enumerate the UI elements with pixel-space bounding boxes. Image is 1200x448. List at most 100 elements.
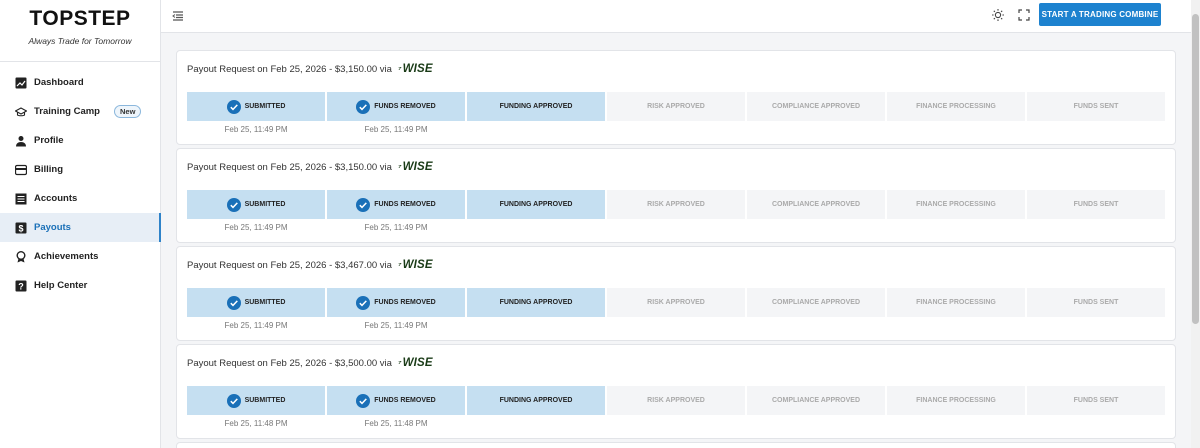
sidebar-item-label: Achievements xyxy=(34,251,99,262)
brand: TOPSTEP Always Trade for Tomorrow xyxy=(0,0,160,62)
payout-step-finance-processing: FINANCE PROCESSING xyxy=(887,190,1025,219)
sidebar-item-label: Training Camp xyxy=(34,106,100,117)
payout-progress-steps: SUBMITTED FUNDS REMOVED FUNDING APPROVED RI… xyxy=(187,288,1165,317)
start-trading-combine-button[interactable]: START A TRADING COMBINE xyxy=(1039,3,1161,26)
step-date xyxy=(607,321,745,330)
payout-title: Payout Request on Feb 25, 2026 - $3,150.… xyxy=(187,63,433,75)
step-label: FUNDS REMOVED xyxy=(374,299,436,306)
svg-text:$: $ xyxy=(18,223,23,233)
sidebar-item-dashboard[interactable]: Dashboard xyxy=(0,68,160,97)
svg-text:?: ? xyxy=(18,281,24,291)
payout-step-submitted: SUBMITTED xyxy=(187,92,325,121)
wise-name: WISE xyxy=(402,357,433,369)
payout-card: Payout Request on Feb 25, 2026 - $3,500.… xyxy=(176,344,1176,439)
payout-step-funding-approved: FUNDING APPROVED xyxy=(467,386,605,415)
payout-title: Payout Request on Feb 25, 2026 - $3,500.… xyxy=(187,357,433,369)
step-label: FINANCE PROCESSING xyxy=(916,299,996,306)
step-date xyxy=(887,419,1025,428)
sidebar-nav: Dashboard Training Camp New Profile Billing A… xyxy=(0,62,161,300)
payout-card: Payout Request on Feb 25, 2026 - $3,150.… xyxy=(176,148,1176,243)
check-circle-icon xyxy=(226,393,241,408)
wise-name: WISE xyxy=(402,63,433,75)
payout-step-funds-removed: FUNDS REMOVED xyxy=(327,190,465,219)
scrollbar[interactable] xyxy=(1191,0,1200,448)
step-label: FUNDING APPROVED xyxy=(499,397,573,404)
payout-step-funding-approved: FUNDING APPROVED xyxy=(467,190,605,219)
payout-step-compliance-approved: COMPLIANCE APPROVED xyxy=(747,190,885,219)
payout-step-compliance-approved: COMPLIANCE APPROVED xyxy=(747,288,885,317)
step-label: FINANCE PROCESSING xyxy=(916,103,996,110)
step-date xyxy=(607,419,745,428)
step-label: RISK APPROVED xyxy=(647,103,705,110)
step-date: Feb 25, 11:49 PM xyxy=(224,125,288,134)
sidebar-item-label: Accounts xyxy=(34,193,78,204)
step-date xyxy=(887,125,1025,134)
step-date xyxy=(1027,419,1165,428)
payout-step-compliance-approved: COMPLIANCE APPROVED xyxy=(747,386,885,415)
wise-logo: ⁷ WISE xyxy=(398,357,433,369)
sidebar-item-help-center[interactable]: ? Help Center xyxy=(0,271,160,300)
sun-icon[interactable] xyxy=(991,8,1005,22)
sidebar-item-training-camp[interactable]: Training Camp New xyxy=(0,97,160,126)
payout-step-finance-processing: FINANCE PROCESSING xyxy=(887,92,1025,121)
payout-step-submitted: SUBMITTED xyxy=(187,288,325,317)
sidebar-item-label: Help Center xyxy=(34,280,88,291)
sidebar-item-accounts[interactable]: Accounts xyxy=(0,184,160,213)
wise-flag-icon: ⁷ xyxy=(397,64,402,74)
sidebar-item-billing[interactable]: Billing xyxy=(0,155,160,184)
payout-card: Payout Request on Feb 25, 2026 - $3,150.… xyxy=(176,50,1176,145)
new-badge: New xyxy=(113,105,142,118)
payout-step-funds-sent: FUNDS SENT xyxy=(1027,288,1165,317)
payout-step-dates: Feb 25, 11:49 PM Feb 25, 11:49 PM xyxy=(187,321,1165,330)
step-label: COMPLIANCE APPROVED xyxy=(771,397,861,404)
payout-step-finance-processing: FINANCE PROCESSING xyxy=(887,386,1025,415)
payout-title: Payout Request on Feb 25, 2026 - $3,150.… xyxy=(187,161,433,173)
sidebar-item-achievements[interactable]: Achievements xyxy=(0,242,160,271)
step-label: FUNDS SENT xyxy=(1073,299,1119,306)
topstep-logo[interactable]: TOPSTEP xyxy=(0,8,160,30)
step-label: FUNDING APPROVED xyxy=(499,201,573,208)
step-date xyxy=(467,223,605,232)
payout-step-funds-sent: FUNDS SENT xyxy=(1027,92,1165,121)
scrollbar-thumb[interactable] xyxy=(1192,14,1199,324)
wise-logo: ⁷ WISE xyxy=(398,259,433,271)
wise-name: WISE xyxy=(402,161,433,173)
payout-step-funds-removed: FUNDS REMOVED xyxy=(327,288,465,317)
payout-step-finance-processing: FINANCE PROCESSING xyxy=(887,288,1025,317)
step-date: Feb 25, 11:48 PM xyxy=(224,419,288,428)
step-date: Feb 25, 11:48 PM xyxy=(364,419,428,428)
payout-title: Payout Request on Feb 25, 2026 - $3,467.… xyxy=(187,259,433,271)
graduation-cap-icon xyxy=(15,106,27,118)
payout-progress-steps: SUBMITTED FUNDS REMOVED FUNDING APPROVED RI… xyxy=(187,190,1165,219)
sidebar-item-label: Profile xyxy=(34,135,64,146)
payout-step-funds-removed: FUNDS REMOVED xyxy=(327,386,465,415)
payout-title-text: Payout Request on Feb 25, 2026 - $3,150.… xyxy=(187,161,392,173)
check-circle-icon xyxy=(226,197,241,212)
step-date xyxy=(467,125,605,134)
sidebar-item-payouts[interactable]: $ Payouts xyxy=(0,213,161,242)
payout-card: Payout Request on Feb 25, 2026 - $3,467.… xyxy=(176,246,1176,341)
wise-logo: ⁷ WISE xyxy=(398,161,433,173)
dollar-icon: $ xyxy=(15,222,27,234)
wise-flag-icon: ⁷ xyxy=(397,358,402,368)
check-circle-icon xyxy=(356,393,371,408)
step-label: SUBMITTED xyxy=(244,397,286,404)
payout-step-compliance-approved: COMPLIANCE APPROVED xyxy=(747,92,885,121)
check-circle-icon xyxy=(356,99,371,114)
payout-step-risk-approved: RISK APPROVED xyxy=(607,92,745,121)
fullscreen-icon[interactable] xyxy=(1017,8,1031,22)
sidebar-item-profile[interactable]: Profile xyxy=(0,126,160,155)
sidebar-item-label: Dashboard xyxy=(34,77,84,88)
menu-toggle-icon[interactable] xyxy=(171,9,185,23)
payouts-list: Payout Request on Feb 25, 2026 - $3,150.… xyxy=(176,50,1176,448)
wise-name: WISE xyxy=(402,259,433,271)
step-label: COMPLIANCE APPROVED xyxy=(771,299,861,306)
payout-step-submitted: SUBMITTED xyxy=(187,190,325,219)
step-label: COMPLIANCE APPROVED xyxy=(771,201,861,208)
step-label: COMPLIANCE APPROVED xyxy=(771,103,861,110)
step-label: SUBMITTED xyxy=(244,201,286,208)
step-label: FUNDING APPROVED xyxy=(499,103,573,110)
step-label: FUNDS REMOVED xyxy=(374,103,436,110)
step-date xyxy=(607,125,745,134)
step-date xyxy=(887,223,1025,232)
